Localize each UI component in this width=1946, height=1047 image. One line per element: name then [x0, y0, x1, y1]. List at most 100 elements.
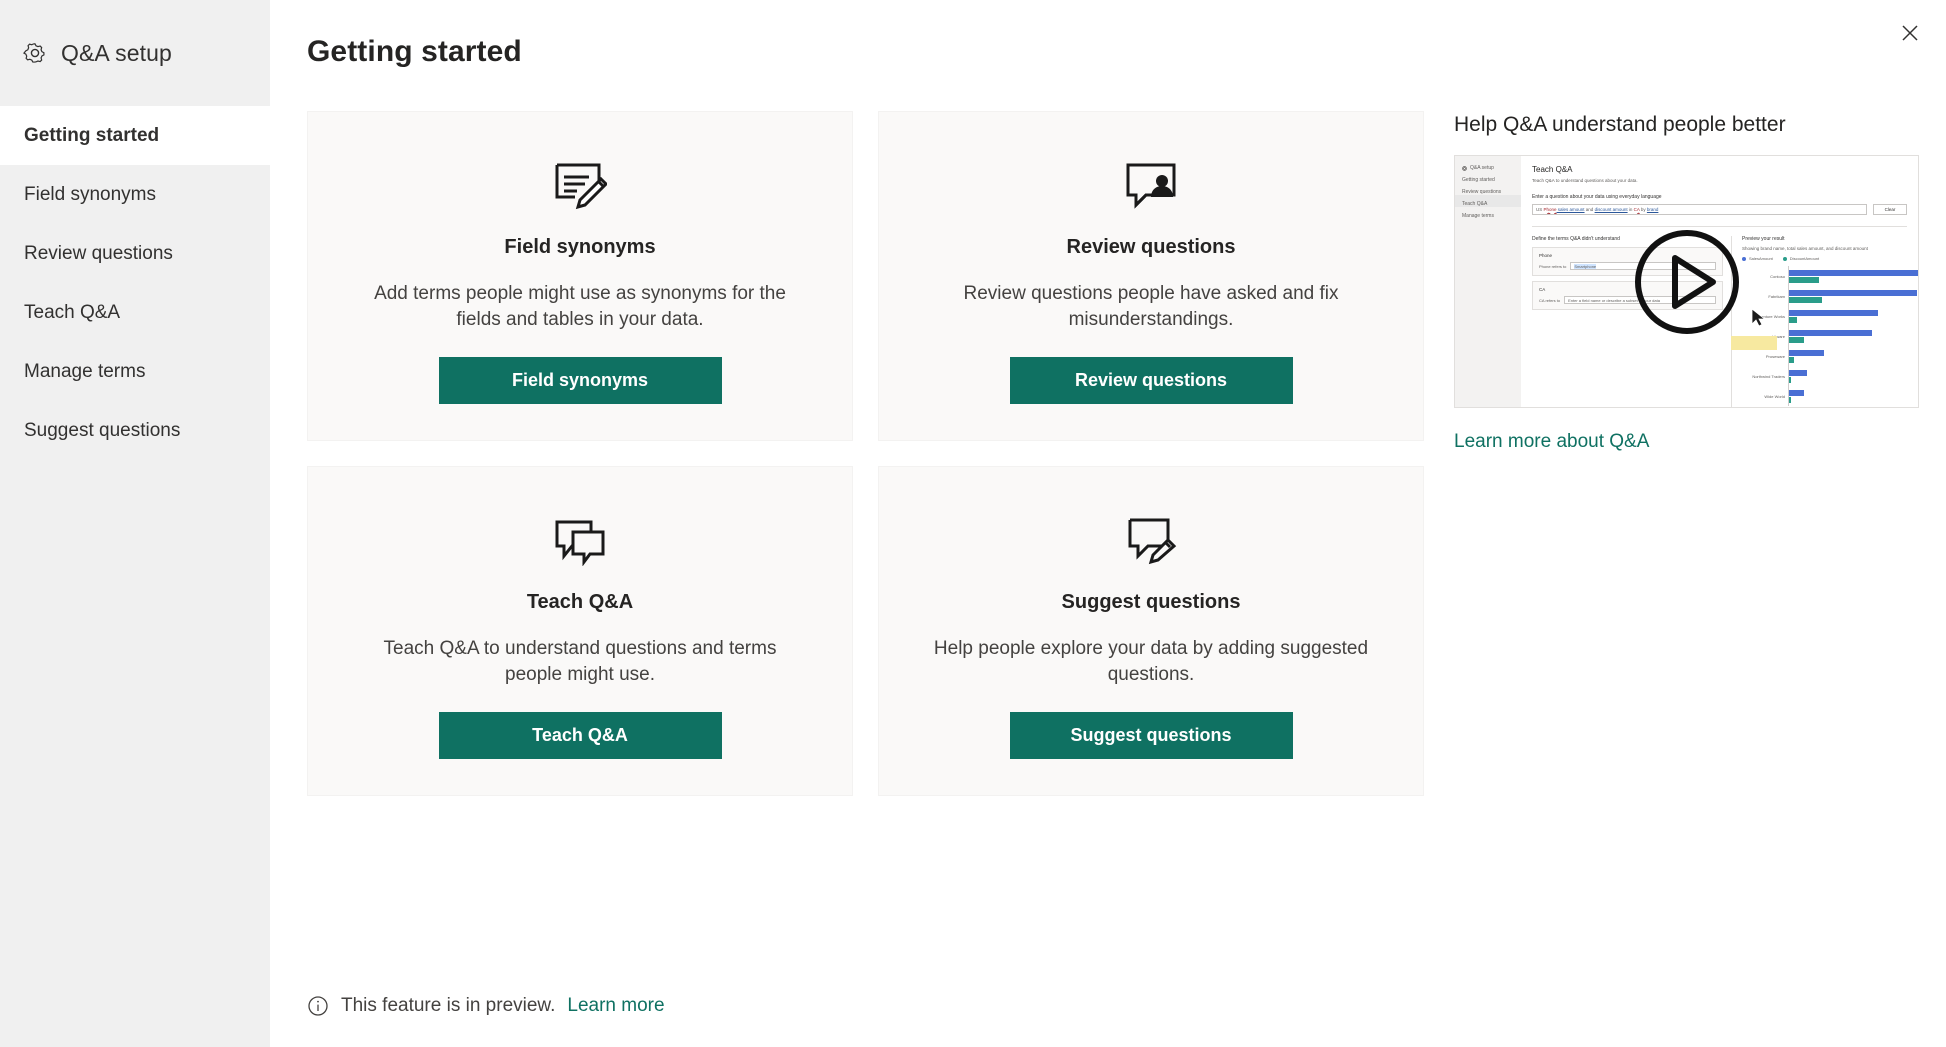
chart-bar	[1789, 296, 1822, 303]
note-edit-icon	[553, 154, 607, 218]
preview-notice-text: This feature is in preview.	[341, 995, 556, 1016]
help-panel-title: Help Q&A understand people better	[1454, 113, 1786, 136]
chart-row	[1789, 326, 1918, 346]
card-description: Teach Q&A to understand questions and te…	[383, 638, 777, 685]
chart-bar	[1789, 276, 1819, 283]
thumb-preview-label: Preview your result	[1742, 236, 1785, 242]
page-title: Getting started	[307, 35, 522, 68]
chart-bar	[1789, 356, 1794, 363]
chart-row	[1789, 306, 1918, 326]
qa-setup-dialog: Q&A setup Getting started Field synonyms…	[0, 0, 1946, 1047]
cards-grid: Field synonyms Add terms people might us…	[307, 111, 1424, 796]
card-teach-qa: Teach Q&A Teach Q&A to understand questi…	[307, 466, 853, 796]
thumb-sidebar-title: Q&A setup	[1470, 165, 1494, 171]
sidebar-item-label: Suggest questions	[24, 419, 181, 441]
thumb-term-refers-label: Phone refers to	[1539, 263, 1567, 269]
chart-bar	[1789, 269, 1918, 276]
card-description: Review questions people have asked and f…	[963, 283, 1339, 330]
thumb-field-label: Enter a question about your data using e…	[1532, 194, 1662, 200]
chart-row	[1789, 266, 1918, 286]
thumb-sidebar-header: Q&A setup	[1455, 156, 1521, 171]
chart-bars	[1788, 266, 1918, 406]
sidebar-item-review-questions[interactable]: Review questions	[0, 224, 270, 283]
chart-bar	[1789, 376, 1791, 383]
two-comments-icon	[553, 509, 607, 573]
thumb-highlight	[1731, 336, 1777, 350]
chart-row	[1789, 286, 1918, 306]
chart-bar	[1789, 396, 1791, 403]
thumb-sidebar-item: Manage terms	[1462, 213, 1494, 219]
main-content: Getting started Field synonyms Add terms	[270, 0, 1946, 1047]
thumb-preview-sub: Showing brand name, total sales amount, …	[1742, 246, 1868, 251]
sidebar: Q&A setup Getting started Field synonyms…	[0, 0, 270, 1047]
sidebar-item-teach-qa[interactable]: Teach Q&A	[0, 283, 270, 342]
play-icon[interactable]	[1633, 228, 1741, 336]
content-area: Field synonyms Add terms people might us…	[270, 69, 1946, 796]
thumb-query-input: US Phone sales amount and discount amoun…	[1532, 204, 1867, 215]
thumb-term-refers-label: CA refers to	[1539, 297, 1561, 303]
legend-item-sales: SalesAmount	[1742, 256, 1773, 261]
video-thumbnail[interactable]: Q&A setup Getting started Review questio…	[1454, 155, 1919, 408]
comment-edit-icon	[1124, 509, 1178, 573]
card-description: Help people explore your data by adding …	[933, 638, 1369, 685]
thumb-sidebar-item: Getting started	[1462, 177, 1495, 183]
card-description: Add terms people might use as synonyms f…	[374, 283, 786, 330]
info-icon	[307, 995, 329, 1017]
review-questions-button[interactable]: Review questions	[1009, 357, 1293, 405]
card-title: Suggest questions	[1061, 591, 1241, 613]
chart-legend: SalesAmount DiscountAmount	[1742, 256, 1918, 261]
sidebar-nav: Getting started Field synonyms Review qu…	[0, 106, 270, 460]
sidebar-item-suggest-questions[interactable]: Suggest questions	[0, 401, 270, 460]
sidebar-item-field-synonyms[interactable]: Field synonyms	[0, 165, 270, 224]
card-title: Review questions	[1066, 236, 1236, 258]
sidebar-item-label: Field synonyms	[24, 183, 156, 205]
chart-cat: Contoso	[1770, 273, 1785, 279]
thumb-heading: Teach Q&A	[1532, 165, 1573, 174]
thumb-subheading: Teach Q&A to understand questions about …	[1532, 178, 1638, 183]
thumb-sidebar-item: Review questions	[1462, 189, 1502, 195]
chart-bar	[1789, 329, 1872, 336]
sidebar-item-manage-terms[interactable]: Manage terms	[0, 342, 270, 401]
sidebar-item-label: Teach Q&A	[24, 301, 121, 323]
chart-bar	[1789, 389, 1804, 396]
legend-item-discount: DiscountAmount	[1782, 256, 1819, 261]
card-suggest-questions: Suggest questions Help people explore yo…	[878, 466, 1424, 796]
chart-row	[1789, 386, 1918, 406]
card-title: Teach Q&A	[526, 591, 634, 613]
thumb-input-row: US Phone sales amount and discount amoun…	[1532, 204, 1907, 215]
footer-learn-more-link[interactable]: Learn more	[567, 995, 664, 1017]
chart-row	[1789, 366, 1918, 386]
card-review-questions: Review questions Review questions people…	[878, 111, 1424, 441]
chart-bar	[1789, 349, 1824, 356]
chart-row	[1789, 346, 1918, 366]
card-field-synonyms: Field synonyms Add terms people might us…	[307, 111, 853, 441]
sidebar-item-label: Review questions	[24, 242, 173, 264]
preview-notice: This feature is in preview. Learn more	[307, 995, 665, 1017]
sidebar-item-label: Manage terms	[24, 360, 146, 382]
thumb-sidebar-item: Teach Q&A	[1455, 195, 1521, 207]
thumb-sidebar: Q&A setup Getting started Review questio…	[1455, 156, 1521, 407]
chart-cat: Northwind Traders	[1752, 373, 1785, 379]
close-icon	[1900, 23, 1920, 46]
card-title: Field synonyms	[504, 236, 656, 258]
chart-cat: Fabrikam	[1768, 293, 1785, 299]
sidebar-item-label: Getting started	[24, 124, 160, 146]
gear-icon	[22, 40, 48, 66]
chart-bar	[1789, 336, 1804, 343]
sidebar-title: Q&A setup	[61, 39, 172, 66]
chart-cat: Wide World	[1764, 393, 1785, 399]
suggest-questions-button[interactable]: Suggest questions	[1009, 712, 1293, 760]
learn-more-about-qa-link[interactable]: Learn more about Q&A	[1454, 431, 1649, 453]
chart-bar	[1789, 309, 1878, 316]
comment-person-icon	[1124, 154, 1178, 218]
help-panel: Help Q&A understand people better Q&A se…	[1454, 111, 1924, 796]
thumb-clear-button: Clear	[1873, 204, 1907, 215]
chart-bar	[1789, 289, 1917, 296]
close-button[interactable]	[1888, 12, 1932, 56]
gear-icon	[1462, 165, 1467, 171]
cursor-icon	[1751, 308, 1766, 327]
sidebar-item-getting-started[interactable]: Getting started	[0, 106, 270, 165]
teach-qa-button[interactable]: Teach Q&A	[438, 712, 722, 760]
field-synonyms-button[interactable]: Field synonyms	[438, 357, 722, 405]
sidebar-header: Q&A setup	[0, 0, 270, 106]
